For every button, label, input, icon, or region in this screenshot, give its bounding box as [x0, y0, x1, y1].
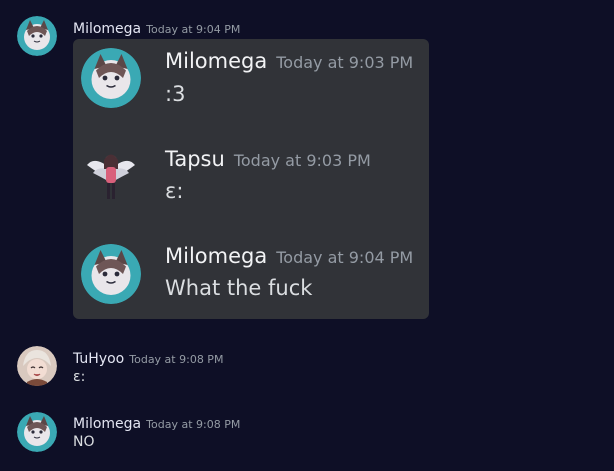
author-name[interactable]: TuHyoo: [73, 351, 124, 367]
milomega-avatar-icon[interactable]: [17, 16, 57, 56]
message-content: What the fuck: [165, 276, 313, 300]
author-name[interactable]: Milomega: [73, 416, 141, 432]
message-timestamp: Today at 9:03 PM: [233, 151, 371, 170]
author-name[interactable]: Milomega: [73, 21, 141, 37]
message-timestamp: Today at 9:04 PM: [146, 23, 241, 36]
author-name: Tapsu: [165, 147, 225, 171]
message-timestamp: Today at 9:08 PM: [129, 353, 224, 366]
author-name: Milomega: [165, 244, 268, 268]
tapsu-avatar-icon: [81, 147, 141, 207]
milomega-avatar-icon: [81, 48, 141, 108]
author-name: Milomega: [165, 49, 268, 73]
message-content: ɛ:: [165, 179, 184, 203]
milomega-avatar-icon: [81, 244, 141, 304]
message-content: NO: [73, 434, 95, 450]
milomega-avatar-icon[interactable]: [17, 412, 57, 452]
tuhyoo-avatar-icon[interactable]: [17, 346, 57, 386]
message-timestamp: Today at 9:08 PM: [146, 418, 241, 431]
message-timestamp: Today at 9:04 PM: [276, 248, 414, 267]
embedded-screenshot[interactable]: Milomega Today at 9:03 PM :3 Tapsu Today a…: [73, 39, 429, 319]
message-content: ɛ:: [73, 369, 86, 385]
message-content: :3: [165, 82, 186, 106]
message-timestamp: Today at 9:03 PM: [276, 53, 414, 72]
